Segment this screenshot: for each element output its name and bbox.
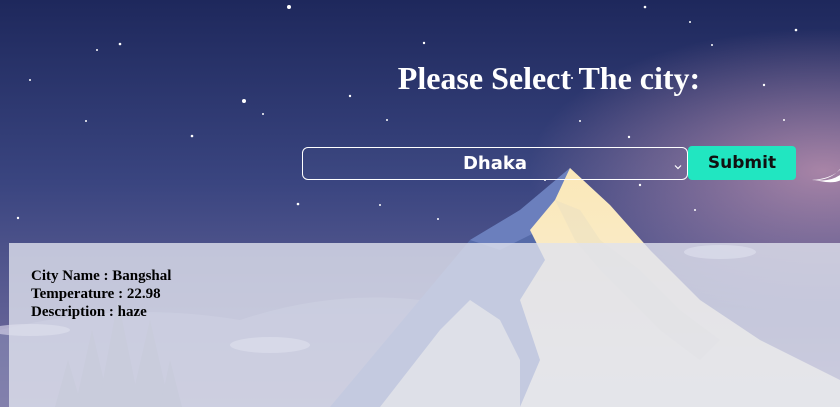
weather-result-lines: City Name : Bangshal Temperature : 22.98… (31, 267, 171, 321)
city-name-text: City Name : Bangshal (31, 268, 172, 284)
weather-result-panel: City Name : Bangshal Temperature : 22.98… (9, 243, 840, 407)
city-select[interactable]: Dhaka (302, 147, 688, 180)
page-title: Please Select The city: (397, 60, 701, 96)
chevron-down-icon (673, 156, 683, 170)
description-text: Description : haze (31, 304, 147, 320)
city-form: Dhaka Submit (302, 146, 796, 180)
submit-button[interactable]: Submit (688, 146, 796, 180)
temperature-text: Temperature : 22.98 (31, 286, 161, 302)
selected-city-label: Dhaka (462, 153, 528, 174)
